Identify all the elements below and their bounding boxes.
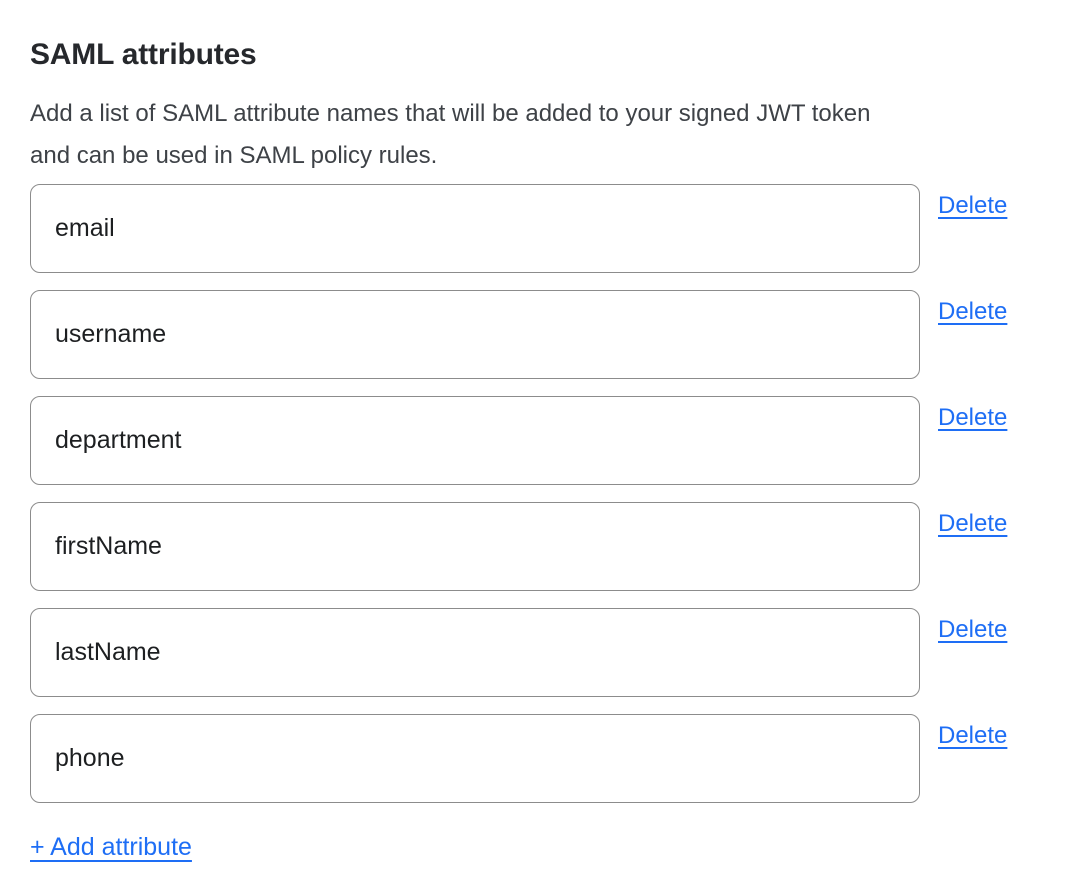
delete-attribute-link[interactable]: Delete [938,403,1007,432]
section-description: Add a list of SAML attribute names that … [30,93,1036,177]
attribute-rows: Delete Delete Delete Delete Delete Delet… [30,184,1036,803]
description-line-2: and can be used in SAML policy rules. [30,135,1036,177]
attribute-name-input[interactable] [30,608,920,697]
add-attribute-link[interactable]: + Add attribute [30,832,192,862]
attribute-name-input[interactable] [30,290,920,379]
attribute-row: Delete [30,184,1036,273]
attribute-row: Delete [30,290,1036,379]
saml-attributes-section: SAML attributes Add a list of SAML attri… [0,0,1066,886]
attribute-name-input[interactable] [30,184,920,273]
delete-attribute-link[interactable]: Delete [938,721,1007,750]
attribute-row: Delete [30,608,1036,697]
attribute-name-input[interactable] [30,502,920,591]
delete-attribute-link[interactable]: Delete [938,297,1007,326]
attribute-name-input[interactable] [30,714,920,803]
section-title: SAML attributes [30,36,1036,74]
description-line-1: Add a list of SAML attribute names that … [30,93,1036,135]
delete-attribute-link[interactable]: Delete [938,191,1007,220]
delete-attribute-link[interactable]: Delete [938,615,1007,644]
attribute-name-input[interactable] [30,396,920,485]
attribute-row: Delete [30,396,1036,485]
delete-attribute-link[interactable]: Delete [938,509,1007,538]
attribute-row: Delete [30,502,1036,591]
attribute-row: Delete [30,714,1036,803]
